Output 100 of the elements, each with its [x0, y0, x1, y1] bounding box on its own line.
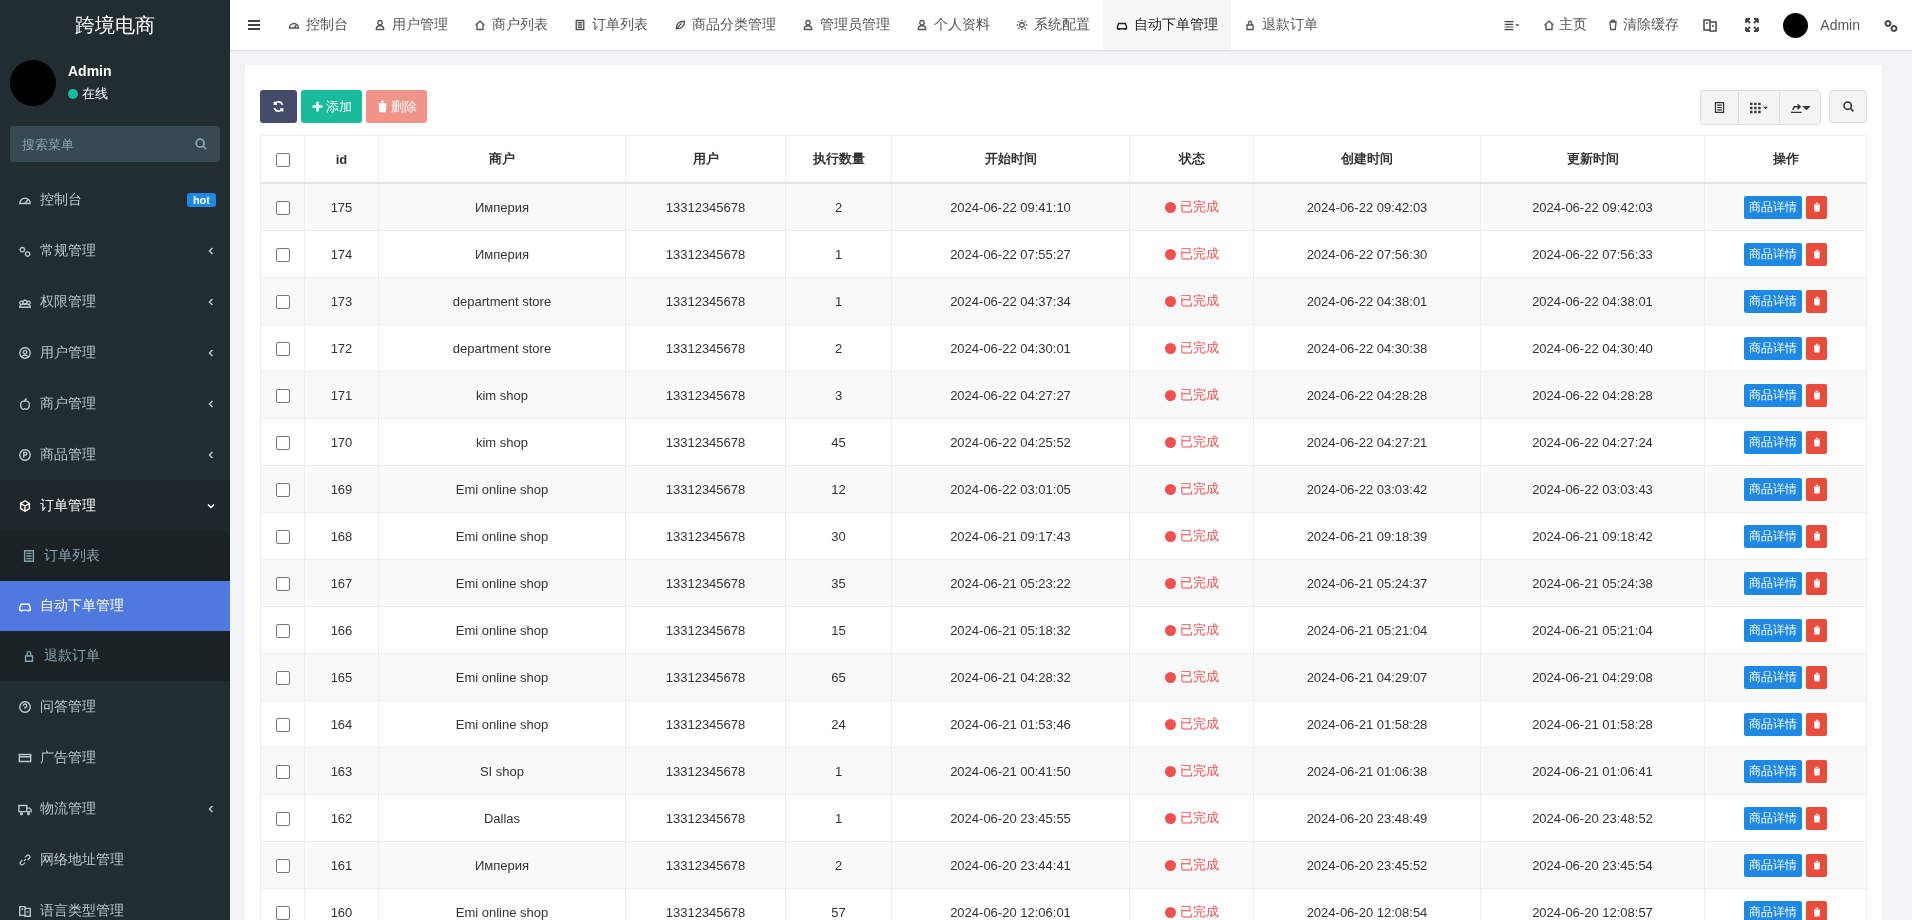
details-button[interactable]: 商品详情	[1744, 430, 1802, 454]
table-cell: 2024-06-22 04:38:01	[1480, 277, 1705, 325]
row-checkbox[interactable]	[275, 341, 290, 356]
refresh-button[interactable]	[260, 90, 297, 123]
search-button[interactable]	[1829, 90, 1867, 123]
sidebar-subitem[interactable]: 退款订单	[0, 631, 230, 681]
delete-row-button[interactable]	[1806, 383, 1827, 407]
delete-row-button[interactable]	[1806, 618, 1827, 642]
details-button[interactable]: 商品详情	[1744, 524, 1802, 548]
fullscreen-icon[interactable]	[1744, 17, 1761, 33]
details-button[interactable]: 商品详情	[1744, 618, 1802, 642]
delete-row-button[interactable]	[1806, 477, 1827, 501]
details-button[interactable]: 商品详情	[1744, 289, 1802, 313]
sidebar-item[interactable]: 问答管理	[0, 681, 230, 732]
details-button[interactable]: 商品详情	[1744, 665, 1802, 689]
sidebar-subitem[interactable]: 订单列表	[0, 531, 230, 581]
row-checkbox[interactable]	[275, 623, 290, 638]
table-cell: 15	[785, 606, 892, 654]
user-menu[interactable]: Admin	[1773, 12, 1870, 38]
row-checkbox[interactable]	[275, 435, 290, 450]
delete-row-button[interactable]	[1806, 571, 1827, 595]
sidebar-item[interactable]: 订单管理	[0, 480, 230, 531]
trash-icon	[1811, 390, 1822, 400]
nav-tab[interactable]: 自动下单管理	[1103, 0, 1231, 50]
nav-tab[interactable]: 个人资料	[903, 0, 1003, 50]
table-cell: 2024-06-20 23:48:52	[1480, 794, 1705, 842]
home-link[interactable]: 主页	[1533, 16, 1598, 34]
sidebar-item[interactable]: 权限管理	[0, 276, 230, 327]
clear-cache-link[interactable]: 清除缓存	[1597, 16, 1690, 34]
row-checkbox[interactable]	[275, 529, 290, 544]
nav-tab[interactable]: 管理员管理	[789, 0, 903, 50]
row-checkbox[interactable]	[275, 858, 290, 873]
export-button[interactable]	[1780, 91, 1820, 124]
row-checkbox[interactable]	[275, 294, 290, 309]
details-button[interactable]: 商品详情	[1744, 759, 1802, 783]
table-cell: 2024-06-22 03:01:05	[891, 465, 1130, 513]
status-text: 已完成	[1179, 574, 1219, 592]
details-button[interactable]: 商品详情	[1744, 806, 1802, 830]
row-checkbox[interactable]	[275, 388, 290, 403]
row-checkbox[interactable]	[275, 482, 290, 497]
sidebar-item[interactable]: 物流管理	[0, 783, 230, 834]
sidebar-item[interactable]: 商户管理	[0, 378, 230, 429]
delete-row-button[interactable]	[1806, 806, 1827, 830]
delete-row-button[interactable]	[1806, 195, 1827, 219]
hot-badge: hot	[186, 192, 216, 207]
menu-icon[interactable]	[246, 17, 262, 33]
row-checkbox[interactable]	[275, 811, 290, 826]
nav-tab[interactable]: 用户管理	[361, 0, 461, 50]
row-checkbox[interactable]	[275, 670, 290, 685]
delete-row-button[interactable]	[1806, 665, 1827, 689]
delete-row-button[interactable]	[1806, 524, 1827, 548]
trash-icon	[1811, 766, 1822, 776]
table-cell: 65	[785, 653, 892, 701]
details-button[interactable]: 商品详情	[1744, 712, 1802, 736]
row-checkbox[interactable]	[275, 717, 290, 732]
card-view-button[interactable]	[1701, 91, 1739, 124]
nav-tab[interactable]: 商品分类管理	[661, 0, 789, 50]
row-checkbox[interactable]	[275, 905, 290, 920]
row-checkbox[interactable]	[275, 576, 290, 591]
nav-tab[interactable]: 订单列表	[561, 0, 661, 50]
nav-tab[interactable]: 商户列表	[461, 0, 561, 50]
delete-row-button[interactable]	[1806, 336, 1827, 360]
delete-row-button[interactable]	[1806, 759, 1827, 783]
row-checkbox[interactable]	[275, 247, 290, 262]
menu-search-field[interactable]: 搜索菜单	[10, 126, 220, 162]
delete-row-button[interactable]	[1806, 242, 1827, 266]
details-button[interactable]: 商品详情	[1744, 383, 1802, 407]
delete-row-button[interactable]	[1806, 712, 1827, 736]
details-button[interactable]: 商品详情	[1744, 477, 1802, 501]
table-cell: 13312345678	[625, 230, 786, 278]
nav-tab[interactable]: 退款订单	[1231, 0, 1331, 50]
sidebar-item[interactable]: 常规管理	[0, 225, 230, 276]
delete-row-button[interactable]	[1806, 430, 1827, 454]
details-button[interactable]: 商品详情	[1744, 900, 1802, 920]
details-button[interactable]: 商品详情	[1744, 336, 1802, 360]
details-button[interactable]: 商品详情	[1744, 853, 1802, 877]
gears-icon[interactable]	[1883, 17, 1899, 33]
table-cell: department store	[378, 324, 626, 372]
details-button[interactable]: 商品详情	[1744, 195, 1802, 219]
columns-button[interactable]	[1739, 91, 1780, 124]
sidebar-subitem[interactable]: 自动下单管理	[0, 581, 230, 631]
details-button[interactable]: 商品详情	[1744, 571, 1802, 595]
nav-tab[interactable]: 控制台	[275, 0, 361, 50]
delete-row-button[interactable]	[1806, 900, 1827, 920]
delete-row-button[interactable]	[1806, 289, 1827, 313]
table-cell: 45	[785, 418, 892, 466]
details-button[interactable]: 商品详情	[1744, 242, 1802, 266]
delete-row-button[interactable]	[1806, 853, 1827, 877]
sidebar-item[interactable]: 商品管理	[0, 429, 230, 480]
sidebar-item[interactable]: 语言类型管理	[0, 885, 230, 920]
sidebar-item[interactable]: 控制台 hot	[0, 174, 230, 225]
row-checkbox[interactable]	[275, 764, 290, 779]
sidebar-item[interactable]: 网络地址管理	[0, 834, 230, 885]
status-text: 已完成	[1179, 386, 1219, 404]
row-checkbox[interactable]	[275, 200, 290, 215]
status-text: 已完成	[1179, 245, 1219, 263]
nav-tab[interactable]: 系统配置	[1003, 0, 1103, 50]
sidebar-item[interactable]: 广告管理	[0, 732, 230, 783]
sidebar-item[interactable]: 用户管理	[0, 327, 230, 378]
select-all-checkbox[interactable]	[275, 152, 290, 167]
